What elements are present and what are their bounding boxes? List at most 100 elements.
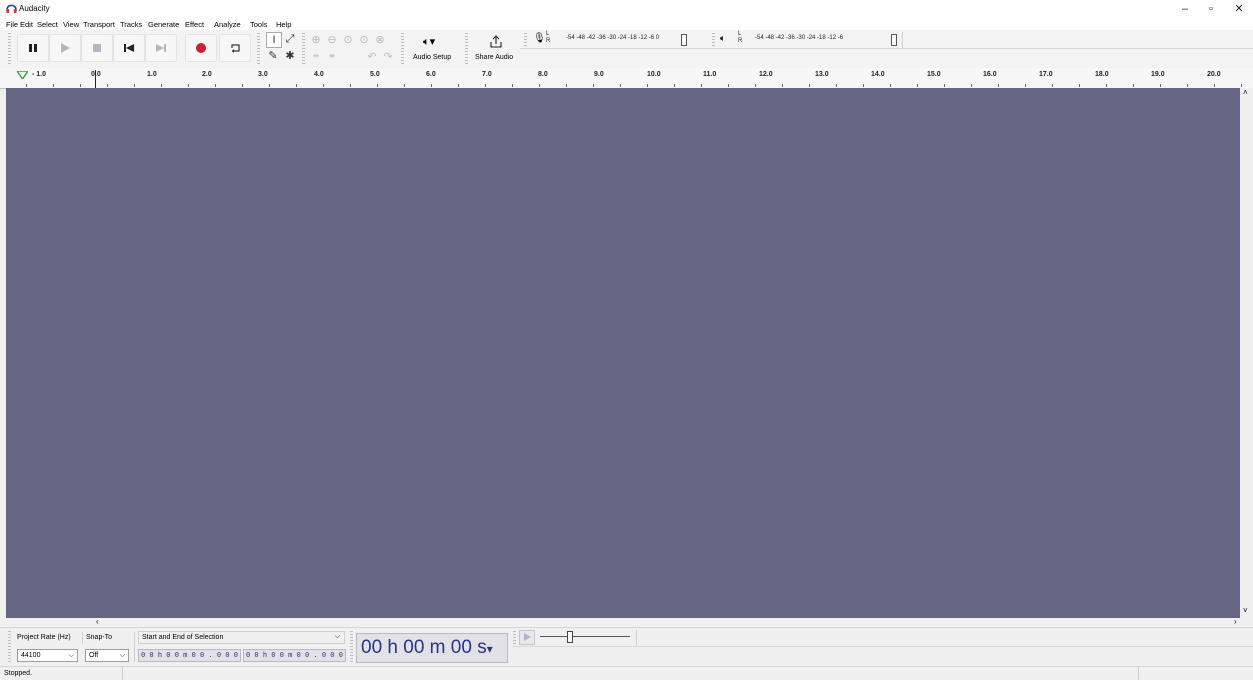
menu-generate[interactable]: Generate <box>148 19 179 30</box>
maximize-button[interactable]: ▫ <box>1198 0 1224 19</box>
share-icon <box>490 35 502 48</box>
fit-selection-icon[interactable]: ⊙ <box>341 33 355 47</box>
chevron-down-icon: ⌵ <box>68 652 74 659</box>
multi-tool-icon[interactable]: ✱ <box>283 49 297 63</box>
ruler-label: 1.0 <box>147 71 157 78</box>
status-divider <box>122 667 123 680</box>
timeline-ruler[interactable]: - 1.0 0.0 1.0 2.0 3.0 4.0 5.0 6.0 7.0 8.… <box>0 68 1253 89</box>
share-toolbar-grip[interactable] <box>465 33 468 65</box>
record-level-slider[interactable] <box>681 34 687 46</box>
ruler-label: 6.0 <box>426 71 436 78</box>
speaker-icon: 🔈︎▾ <box>423 36 436 48</box>
playback-meter-channel-l: L <box>738 31 742 37</box>
big-time-display[interactable]: 00 h 00 m 00 s▾ <box>356 633 508 663</box>
horizontal-scrollbar[interactable]: ‹ › <box>6 617 1240 627</box>
close-button[interactable]: ✕ <box>1226 0 1252 19</box>
draw-tool-icon[interactable]: ✎ <box>266 49 280 63</box>
speed-divider <box>636 630 637 646</box>
edit-toolbar-grip[interactable] <box>302 33 305 65</box>
record-meter-scale: -54 -48 -42 -36 -30 -24 -18 -12 -6 0 <box>566 35 660 41</box>
menu-bar: File Edit Select View Transport Tracks G… <box>0 19 1253 30</box>
skip-to-start-button[interactable] <box>113 34 145 62</box>
selection-end-value: 0 0 h 0 0 m 0 0 . 0 0 0 s <box>246 651 346 659</box>
microphone-icon[interactable]: 🎙︎ <box>533 33 546 44</box>
bottom-row-divider <box>513 646 1253 647</box>
time-toolbar-grip[interactable] <box>350 631 353 663</box>
undo-icon[interactable]: ↶ <box>365 50 379 64</box>
record-meter-channel-l: L <box>546 31 550 37</box>
play-icon <box>61 43 70 53</box>
play-at-speed-grip[interactable] <box>513 631 516 645</box>
record-button[interactable] <box>185 34 217 62</box>
stop-icon <box>93 44 101 52</box>
scroll-up-icon[interactable]: ˄ <box>1243 88 1248 97</box>
transport-toolbar-grip[interactable] <box>8 33 11 65</box>
ruler-label: 19.0 <box>1151 71 1165 78</box>
fit-project-icon[interactable]: ⊙ <box>357 33 371 47</box>
zoom-out-icon[interactable]: ⊖ <box>325 33 339 47</box>
menu-effect[interactable]: Effect <box>185 19 204 30</box>
status-divider <box>1138 667 1139 680</box>
menu-edit[interactable]: Edit <box>20 19 33 30</box>
playback-level-slider[interactable] <box>891 34 897 46</box>
playback-speaker-icon[interactable]: 🔈︎ <box>720 33 725 44</box>
vertical-scrollbar[interactable]: ˄ ˅ <box>1240 88 1253 618</box>
skip-to-end-button[interactable] <box>145 34 177 62</box>
snap-to-value: Off <box>89 652 99 659</box>
play-head-triangle-icon[interactable] <box>17 71 28 79</box>
minimize-button[interactable]: – <box>1172 0 1198 19</box>
menu-select[interactable]: Select <box>37 19 58 30</box>
pause-button[interactable] <box>17 34 49 62</box>
tools-toolbar-grip[interactable] <box>257 33 260 65</box>
skip-to-start-icon <box>124 44 134 52</box>
selection-toolbar-grip[interactable] <box>8 631 11 663</box>
ruler-label: 15.0 <box>927 71 941 78</box>
menu-transport[interactable]: Transport <box>83 19 115 30</box>
silence-icon[interactable]: ⇼ <box>325 50 339 64</box>
menu-tracks[interactable]: Tracks <box>120 19 142 30</box>
playback-speed-thumb[interactable] <box>567 631 573 643</box>
project-rate-select[interactable]: 44100 ⌵ <box>17 649 78 662</box>
share-audio-button[interactable]: Share Audio <box>472 31 520 65</box>
ruler-label: 16.0 <box>983 71 997 78</box>
record-meter-channel-r: R <box>546 38 551 44</box>
selection-start-time[interactable]: 0 0 h 0 0 m 0 0 . 0 0 0 s▾ <box>138 649 241 662</box>
menu-file[interactable]: File <box>6 19 18 30</box>
snap-to-select[interactable]: Off ⌵ <box>85 649 129 662</box>
track-panel[interactable] <box>6 88 1240 618</box>
scroll-right-icon[interactable]: › <box>1234 617 1237 626</box>
selection-tool-icon[interactable]: I <box>266 32 282 48</box>
playback-speed-slider[interactable] <box>540 636 630 637</box>
zoom-toggle-icon[interactable]: ⊗ <box>373 33 387 47</box>
envelope-tool-icon[interactable]: ⤢ <box>283 32 297 46</box>
project-rate-label: Project Rate (Hz) <box>17 634 71 641</box>
ruler-label: 17.0 <box>1039 71 1053 78</box>
toolbar-dock: I ⤢ ✎ ✱ ⊕ ⊖ ⊙ ⊙ ⊗ ⇹ ⇼ ↶ ↷ 🔈︎▾ Audio Setu… <box>0 30 1253 69</box>
redo-icon[interactable]: ↷ <box>381 50 395 64</box>
record-meter-grip[interactable] <box>524 33 527 47</box>
ruler-label: 9.0 <box>594 71 604 78</box>
scroll-left-icon[interactable]: ‹ <box>96 617 99 626</box>
play-at-speed-button[interactable] <box>519 630 535 645</box>
ruler-label: - 1.0 <box>32 71 47 78</box>
ruler-label: 8.0 <box>538 71 548 78</box>
playback-meter-grip[interactable] <box>712 33 715 47</box>
selection-toolbar: Project Rate (Hz) Snap-To 44100 ⌵ Off ⌵ … <box>0 627 1253 667</box>
ruler-label: 5.0 <box>370 71 380 78</box>
menu-analyze[interactable]: Analyze <box>214 19 241 30</box>
audio-setup-button[interactable]: 🔈︎▾ Audio Setup <box>409 31 459 65</box>
zoom-in-icon[interactable]: ⊕ <box>309 33 323 47</box>
audio-setup-toolbar-grip[interactable] <box>401 33 404 65</box>
menu-help[interactable]: Help <box>276 19 291 30</box>
play-button[interactable] <box>49 34 81 62</box>
window-title: Audacity <box>19 4 50 13</box>
selection-mode-select[interactable]: Start and End of Selection ⌵ <box>138 631 345 644</box>
menu-tools[interactable]: Tools <box>250 19 268 30</box>
playback-meter-channel-r: R <box>738 38 743 44</box>
loop-button[interactable] <box>219 34 251 62</box>
menu-view[interactable]: View <box>63 19 79 30</box>
trim-icon[interactable]: ⇹ <box>309 50 323 64</box>
selection-end-time[interactable]: 0 0 h 0 0 m 0 0 . 0 0 0 s▾ <box>243 649 346 662</box>
scroll-down-icon[interactable]: ˅ <box>1243 606 1248 615</box>
stop-button[interactable] <box>81 34 113 62</box>
